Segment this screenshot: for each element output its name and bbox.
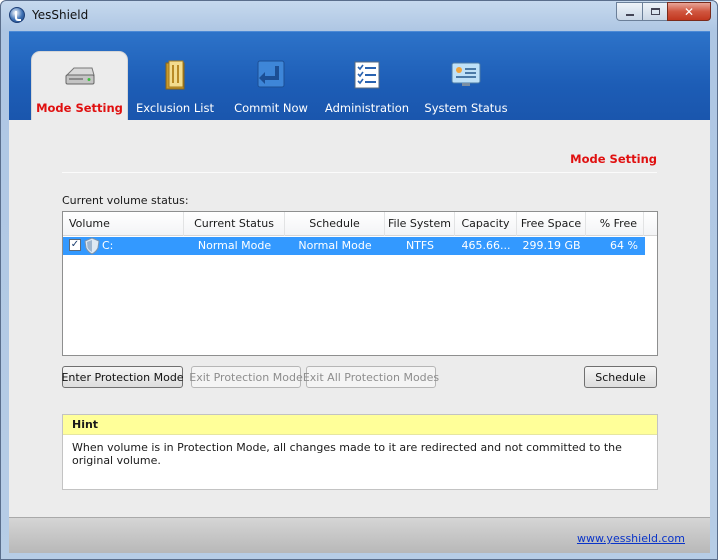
table-header: Volume Current Status Schedule File Syst… bbox=[63, 212, 657, 236]
website-link[interactable]: www.yesshield.com bbox=[577, 532, 685, 545]
tab-exclusion-list[interactable]: Exclusion List bbox=[136, 51, 214, 121]
minimize-icon bbox=[625, 13, 634, 16]
section-title: Mode Setting bbox=[570, 152, 657, 166]
exit-protection-mode-button[interactable]: Exit Protection Mode bbox=[189, 366, 303, 388]
maximize-button[interactable] bbox=[642, 2, 667, 21]
cell-current-status: Normal Mode bbox=[197, 239, 272, 252]
tab-label: System Status bbox=[424, 101, 508, 115]
folder-icon bbox=[157, 57, 193, 96]
app-logo-icon bbox=[9, 7, 25, 23]
tab-administration[interactable]: Administration bbox=[324, 51, 410, 121]
volume-status-label: Current volume status: bbox=[62, 194, 189, 207]
minimize-button[interactable] bbox=[616, 2, 642, 21]
tab-label: Mode Setting bbox=[36, 101, 123, 115]
section-divider bbox=[62, 172, 657, 173]
cell-percent-free: 64 % bbox=[610, 239, 638, 252]
column-header-free-space[interactable]: Free Space bbox=[517, 212, 586, 236]
title-bar[interactable]: YesShield ✕ bbox=[1, 1, 717, 30]
monitor-status-icon bbox=[448, 57, 484, 96]
hint-panel: Hint When volume is in Protection Mode, … bbox=[62, 414, 658, 490]
tab-header: Mode Setting Exclusion List Commit Now A… bbox=[9, 31, 710, 121]
cell-file-system: NTFS bbox=[405, 239, 435, 252]
column-header-volume[interactable]: Volume bbox=[63, 212, 184, 236]
enter-protection-mode-button[interactable]: Enter Protection Mode bbox=[61, 366, 184, 388]
maximize-icon bbox=[650, 8, 660, 15]
commit-arrow-icon bbox=[253, 57, 289, 96]
hint-title: Hint bbox=[63, 415, 657, 435]
close-button[interactable]: ✕ bbox=[667, 2, 711, 21]
column-header-file-system[interactable]: File System bbox=[385, 212, 455, 236]
shield-icon bbox=[84, 237, 100, 258]
tab-mode-setting[interactable]: Mode Setting bbox=[31, 51, 128, 121]
cell-capacity: 465.66... bbox=[461, 239, 511, 252]
cell-schedule: Normal Mode bbox=[298, 239, 372, 252]
main-content: Mode Setting Current volume status: Volu… bbox=[9, 120, 710, 517]
column-header-percent-free[interactable]: % Free bbox=[586, 212, 644, 236]
tab-label: Exclusion List bbox=[136, 101, 214, 115]
tab-label: Administration bbox=[324, 101, 410, 115]
volume-checkbox[interactable]: ✓ bbox=[69, 239, 81, 251]
window-controls: ✕ bbox=[616, 2, 711, 21]
window-title: YesShield bbox=[32, 8, 89, 22]
table-row[interactable]: ✓ C: Normal Mode Normal Mode NTFS 465.66… bbox=[63, 237, 645, 255]
exit-all-protection-modes-button[interactable]: Exit All Protection Modes bbox=[303, 366, 439, 388]
column-header-capacity[interactable]: Capacity bbox=[455, 212, 517, 236]
checklist-icon bbox=[349, 57, 385, 96]
footer-bar: www.yesshield.com bbox=[9, 517, 710, 553]
hint-text: When volume is in Protection Mode, all c… bbox=[72, 441, 622, 467]
tab-system-status[interactable]: System Status bbox=[422, 51, 510, 121]
column-header-current-status[interactable]: Current Status bbox=[184, 212, 285, 236]
cell-free-space: 299.19 GB bbox=[522, 239, 581, 252]
tab-commit-now[interactable]: Commit Now bbox=[232, 51, 310, 121]
schedule-button[interactable]: Schedule bbox=[584, 366, 657, 388]
volume-name: C: bbox=[102, 239, 114, 252]
app-window: YesShield ✕ Mode Setting Exclusion List … bbox=[0, 0, 718, 560]
close-icon: ✕ bbox=[683, 4, 695, 19]
tab-label: Commit Now bbox=[234, 101, 308, 115]
volume-table: Volume Current Status Schedule File Syst… bbox=[62, 211, 658, 356]
hard-drive-icon bbox=[62, 58, 98, 97]
column-header-schedule[interactable]: Schedule bbox=[285, 212, 385, 236]
